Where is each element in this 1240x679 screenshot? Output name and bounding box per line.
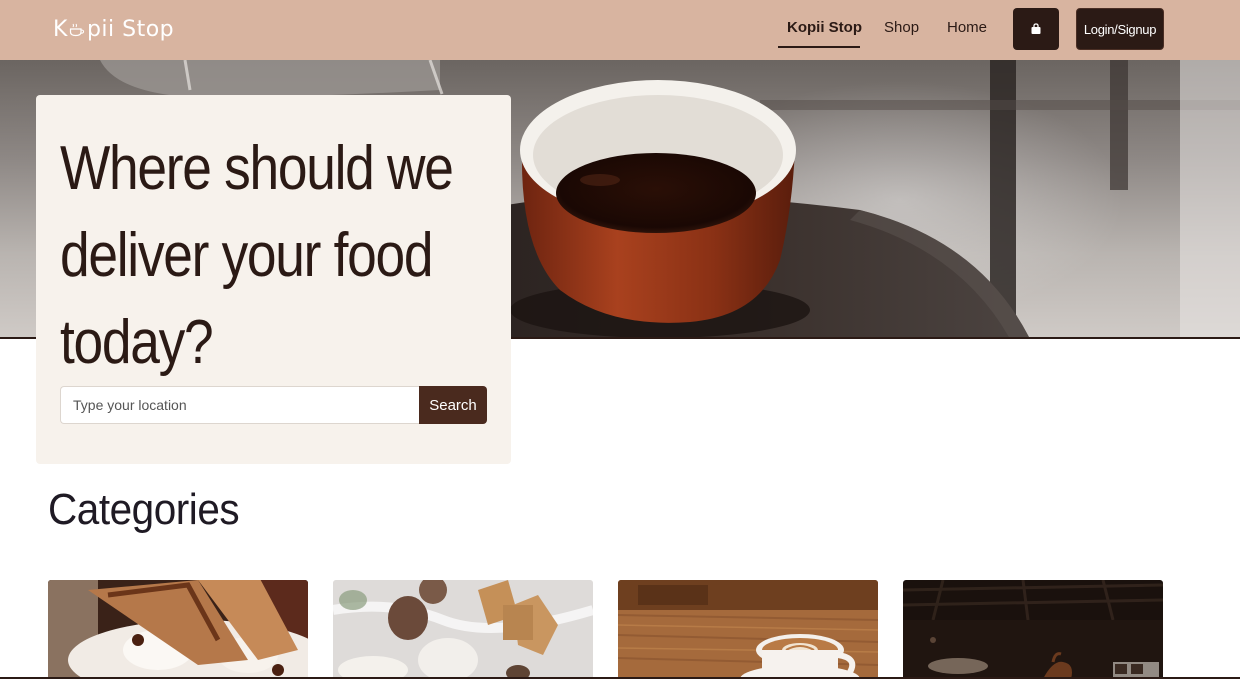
category-card-dessert[interactable] <box>48 580 308 679</box>
nav-active-indicator <box>778 46 860 48</box>
search-button[interactable]: Search <box>419 386 487 424</box>
category-card-coffee[interactable] <box>618 580 878 679</box>
shopping-bag-icon <box>1031 23 1041 34</box>
cookies-image <box>333 580 593 679</box>
dessert-image <box>48 580 308 679</box>
brand-logo[interactable]: K pii Stop <box>53 14 174 44</box>
hero-headline: Where should we deliver your food today? <box>60 134 454 377</box>
category-card-cafe[interactable] <box>903 580 1163 679</box>
brand-first-letter: K <box>53 16 68 42</box>
location-input[interactable] <box>60 386 419 424</box>
latte-image <box>618 580 878 679</box>
categories-heading: Categories <box>48 485 240 534</box>
delivery-location-card: Where should we deliver your food today?… <box>36 95 511 464</box>
login-signup-button[interactable]: Login/Signup <box>1076 8 1164 50</box>
location-search-form: Search <box>60 386 487 424</box>
brand-rest: pii Stop <box>86 16 175 42</box>
nav-link-home[interactable]: Home <box>947 19 987 36</box>
nav-link-shop[interactable]: Shop <box>884 19 919 36</box>
category-card-cookies[interactable] <box>333 580 593 679</box>
navbar: K pii Stop Kopii Stop Shop Home Login/Si… <box>0 0 1240 60</box>
coffee-cup-icon <box>69 23 85 37</box>
cafe-image <box>903 580 1163 679</box>
cart-button[interactable] <box>1013 8 1059 50</box>
nav-link-kopii-stop[interactable]: Kopii Stop <box>787 19 862 36</box>
